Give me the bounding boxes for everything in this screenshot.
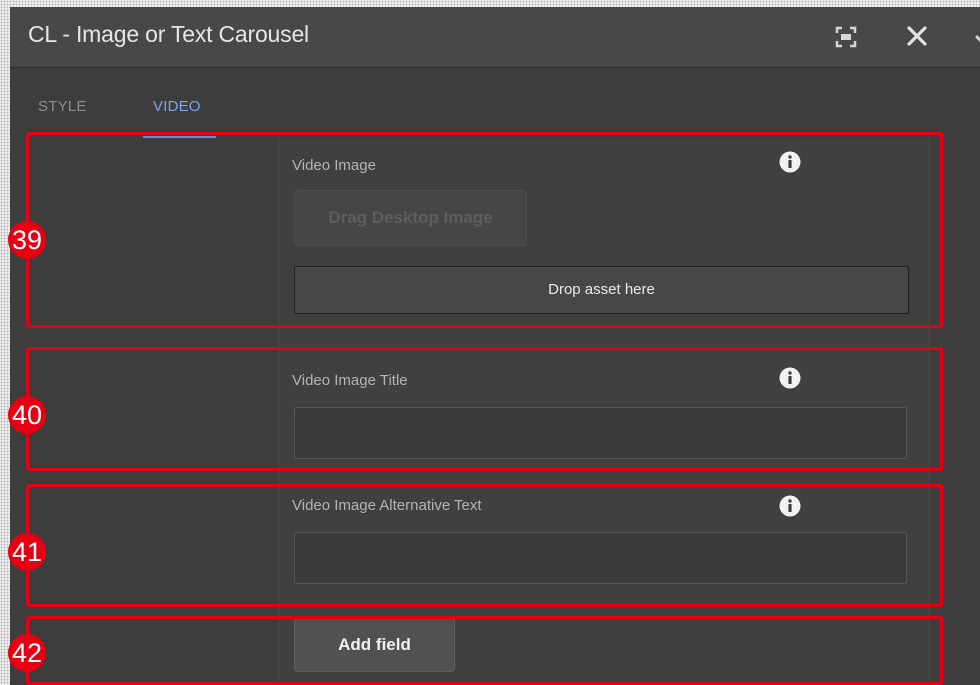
video-image-title-label: Video Image Title: [292, 372, 408, 389]
tab-style[interactable]: STYLE: [38, 98, 87, 115]
close-icon: [907, 26, 927, 46]
dialog-titlebar: CL - Image or Text Carousel: [10, 7, 980, 68]
dialog-title: CL - Image or Text Carousel: [28, 21, 309, 47]
drag-desktop-image-button[interactable]: Drag Desktop Image: [294, 190, 527, 246]
info-icon[interactable]: [779, 495, 801, 517]
info-icon[interactable]: [779, 367, 801, 389]
annotation-badge-42: 42: [8, 634, 46, 672]
video-image-alt-input[interactable]: [294, 532, 907, 584]
component-dialog: CL - Image or Text Carousel STYLE VIDEO …: [10, 7, 980, 685]
video-image-alt-label: Video Image Alternative Text: [292, 497, 482, 514]
tab-bar: STYLE VIDEO: [10, 68, 980, 138]
annotation-badge-40: 40: [8, 396, 46, 434]
add-field-button[interactable]: Add field: [294, 617, 455, 672]
annotation-badge-41: 41: [8, 533, 46, 571]
info-icon[interactable]: [779, 151, 801, 173]
fullscreen-icon: [835, 26, 857, 48]
video-image-title-input[interactable]: [294, 407, 907, 459]
close-button[interactable]: [902, 21, 932, 51]
active-tab-indicator: [143, 136, 216, 138]
check-icon: [975, 35, 980, 43]
asset-drop-zone[interactable]: Drop asset here: [294, 266, 909, 314]
tab-video[interactable]: VIDEO: [153, 98, 201, 115]
video-image-label: Video Image: [292, 157, 376, 174]
annotation-badge-39: 39: [8, 221, 46, 259]
done-button[interactable]: [965, 23, 980, 51]
fullscreen-button[interactable]: [832, 23, 860, 51]
